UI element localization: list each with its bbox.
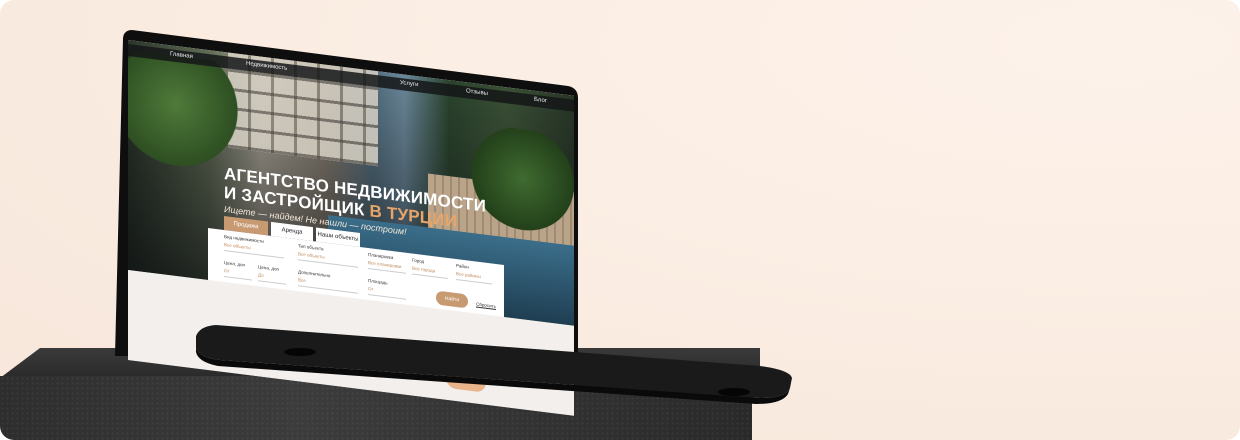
background-stage: Главная Недвижимость Услуги Отзывы Блог … [0, 0, 1240, 440]
laptop-base [196, 325, 792, 404]
